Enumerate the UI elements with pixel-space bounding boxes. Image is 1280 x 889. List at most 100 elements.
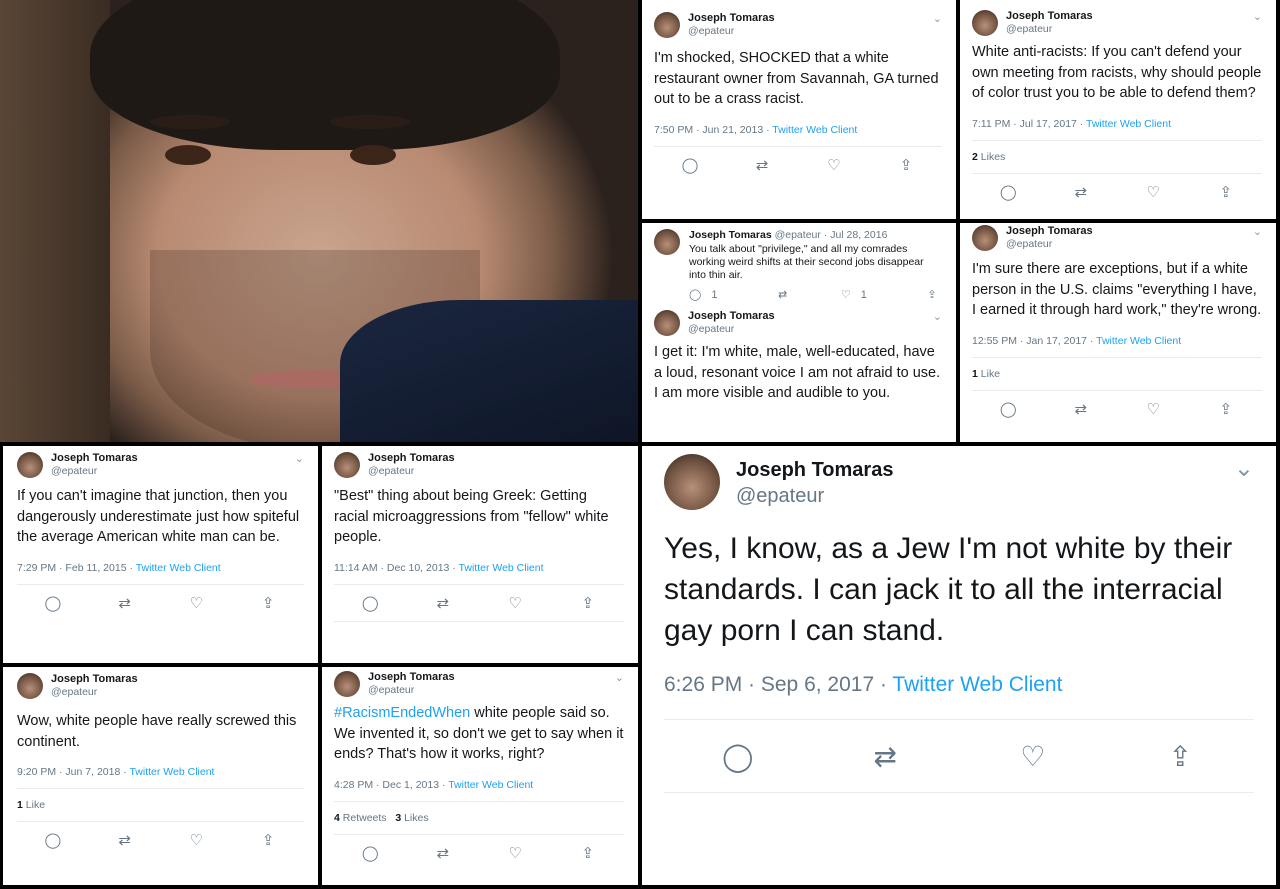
tweet-time[interactable]: 11:14 AM · Dec 10, 2013 ·	[334, 562, 459, 574]
avatar[interactable]	[17, 673, 43, 699]
share-icon[interactable]: ⇪	[578, 594, 598, 612]
likes-count[interactable]: 1	[17, 799, 23, 811]
likes-label[interactable]: Likes	[981, 151, 1006, 163]
tweet-card-6[interactable]: Joseph Tomaras @epateur "Best" thing abou…	[322, 446, 638, 663]
chevron-down-icon[interactable]: ⌄	[933, 310, 942, 323]
like-icon[interactable]: ♡	[186, 831, 206, 849]
share-icon[interactable]: ⇪	[1216, 400, 1236, 418]
tweet-client[interactable]: Twitter Web Client	[459, 562, 544, 574]
user-name[interactable]: Joseph Tomaras	[368, 671, 455, 684]
retweet-icon[interactable]: ⇄	[433, 844, 453, 862]
retweet-icon[interactable]: ⇄	[773, 288, 793, 301]
likes-label[interactable]: Likes	[404, 812, 429, 824]
likes-count[interactable]: 1	[972, 368, 978, 380]
user-handle[interactable]: @epateur	[51, 686, 138, 699]
reply-icon[interactable]: ◯	[680, 156, 700, 174]
avatar[interactable]	[654, 310, 680, 336]
chevron-down-icon[interactable]: ⌄	[615, 671, 624, 684]
retweet-icon[interactable]: ⇄	[115, 831, 135, 849]
retweet-icon[interactable]: ⇄	[1071, 400, 1091, 418]
chevron-down-icon[interactable]: ⌄	[1253, 225, 1262, 238]
tweet-client[interactable]: Twitter Web Client	[772, 124, 857, 136]
like-icon[interactable]: ♡	[186, 594, 206, 612]
reply-icon[interactable]: ◯	[43, 594, 63, 612]
like-icon[interactable]: ♡	[505, 594, 525, 612]
chevron-down-icon[interactable]: ⌄	[1253, 10, 1262, 23]
user-name[interactable]: Joseph Tomaras	[51, 452, 138, 465]
share-icon[interactable]: ⇪	[896, 156, 916, 174]
tweet-card-2[interactable]: Joseph Tomaras @epateur ⌄ White anti-raci…	[960, 0, 1276, 219]
chevron-down-icon[interactable]: ⌄	[1234, 454, 1254, 483]
tweet-card-4[interactable]: Joseph Tomaras @epateur ⌄ I'm sure there …	[960, 223, 1276, 442]
retweet-icon[interactable]: ⇄	[433, 594, 453, 612]
user-handle[interactable]: @epateur	[688, 25, 775, 38]
tweet-time[interactable]: 4:28 PM · Dec 1, 2013 ·	[334, 779, 448, 791]
tweet-client[interactable]: Twitter Web Client	[129, 766, 214, 778]
reply-icon[interactable]: ◯	[718, 740, 758, 773]
reply-icon[interactable]: ◯ 1	[689, 288, 724, 301]
retweet-icon[interactable]: ⇄	[1071, 183, 1091, 201]
avatar[interactable]	[654, 229, 680, 255]
tweet-card-7[interactable]: Joseph Tomaras @epateur ⌄ Yes, I know, as…	[642, 446, 1276, 885]
share-icon[interactable]: ⇪	[258, 594, 278, 612]
share-icon[interactable]: ⇪	[578, 844, 598, 862]
share-icon[interactable]: ⇪	[1160, 740, 1200, 773]
tweet-client[interactable]: Twitter Web Client	[1086, 118, 1171, 130]
share-icon[interactable]: ⇪	[1216, 183, 1236, 201]
likes-label[interactable]: Like	[26, 799, 45, 811]
like-icon[interactable]: ♡ 1	[841, 288, 874, 301]
tweet-time[interactable]: 12:55 PM · Jan 17, 2017 ·	[972, 335, 1096, 347]
like-icon[interactable]: ♡	[1143, 183, 1163, 201]
user-name[interactable]: Joseph Tomaras	[688, 310, 775, 323]
avatar[interactable]	[17, 452, 43, 478]
tweet-card-9[interactable]: Joseph Tomaras @epateur ⌄ #RacismEndedWhe…	[322, 667, 638, 885]
user-handle[interactable]: @epateur	[368, 684, 455, 697]
user-name[interactable]: Joseph Tomaras	[368, 452, 455, 465]
likes-label[interactable]: Like	[981, 368, 1000, 380]
user-handle[interactable]: @epateur	[1006, 238, 1093, 251]
like-icon[interactable]: ♡	[1143, 400, 1163, 418]
reply-icon[interactable]: ◯	[998, 400, 1018, 418]
hashtag-link[interactable]: #RacismEndedWhen	[334, 705, 470, 721]
like-icon[interactable]: ♡	[505, 844, 525, 862]
retweet-icon[interactable]: ⇄	[115, 594, 135, 612]
tweet-time[interactable]: 9:20 PM · Jun 7, 2018 ·	[17, 766, 129, 778]
user-handle[interactable]: @epateur	[736, 482, 893, 510]
user-handle[interactable]: @epateur	[368, 465, 455, 478]
retweet-icon[interactable]: ⇄	[865, 740, 905, 773]
retweet-icon[interactable]: ⇄	[752, 156, 772, 174]
reply-icon[interactable]: ◯	[43, 831, 63, 849]
tweet-card-1[interactable]: Joseph Tomaras @epateur ⌄ I'm shocked, SH…	[642, 0, 956, 219]
tweet-time[interactable]: 7:29 PM · Feb 11, 2015 ·	[17, 562, 136, 574]
reply-icon[interactable]: ◯	[360, 594, 380, 612]
user-name[interactable]: Joseph Tomaras	[736, 458, 893, 482]
avatar[interactable]	[972, 10, 998, 36]
retweets-count[interactable]: 4	[334, 812, 340, 824]
tweet-time[interactable]: 6:26 PM · Sep 6, 2017 ·	[664, 673, 892, 696]
tweet-card-3[interactable]: Joseph Tomaras @epateur · Jul 28, 2016 Y…	[642, 223, 956, 442]
retweets-label[interactable]: Retweets	[343, 812, 387, 824]
tweet-card-5[interactable]: Joseph Tomaras @epateur ⌄ If you can't im…	[3, 446, 318, 663]
avatar[interactable]	[972, 225, 998, 251]
tweet-time[interactable]: 7:50 PM · Jun 21, 2013 ·	[654, 124, 772, 136]
avatar[interactable]	[654, 12, 680, 38]
chevron-down-icon[interactable]: ⌄	[933, 12, 942, 25]
user-name[interactable]: Joseph Tomaras	[689, 229, 772, 241]
tweet-client[interactable]: Twitter Web Client	[892, 673, 1062, 696]
share-icon[interactable]: ⇪	[922, 288, 942, 301]
like-icon[interactable]: ♡	[824, 156, 844, 174]
tweet-client[interactable]: Twitter Web Client	[1096, 335, 1181, 347]
likes-count[interactable]: 2	[972, 151, 978, 163]
handle-date[interactable]: @epateur · Jul 28, 2016	[775, 229, 888, 241]
like-icon[interactable]: ♡	[1013, 740, 1053, 773]
user-name[interactable]: Joseph Tomaras	[51, 673, 138, 686]
tweet-card-8[interactable]: Joseph Tomaras @epateur Wow, white people…	[3, 667, 318, 885]
user-handle[interactable]: @epateur	[1006, 23, 1093, 36]
user-name[interactable]: Joseph Tomaras	[1006, 10, 1093, 23]
user-handle[interactable]: @epateur	[688, 323, 775, 336]
user-name[interactable]: Joseph Tomaras	[688, 12, 775, 25]
chevron-down-icon[interactable]: ⌄	[295, 452, 304, 465]
avatar[interactable]	[334, 671, 360, 697]
reply-icon[interactable]: ◯	[998, 183, 1018, 201]
user-handle[interactable]: @epateur	[51, 465, 138, 478]
